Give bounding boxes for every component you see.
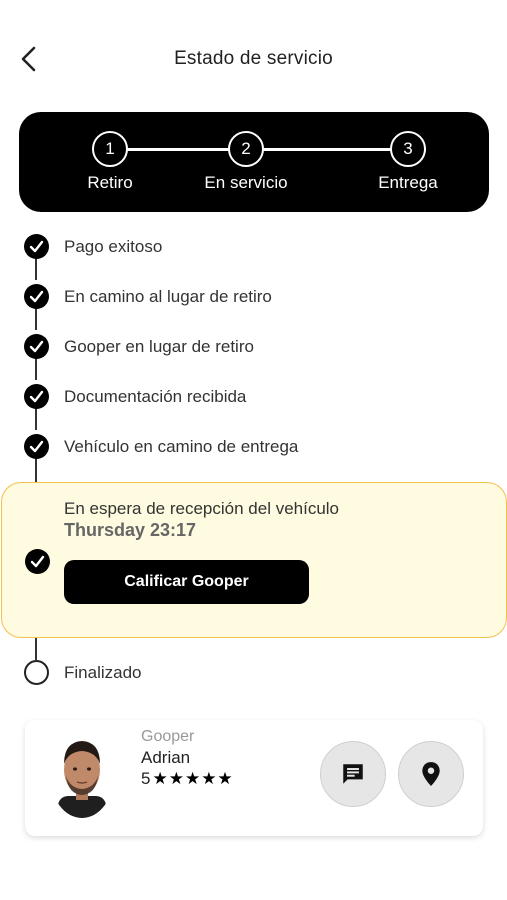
step-number: 1: [92, 131, 128, 167]
step-entrega: 3 Entrega: [348, 131, 468, 193]
check-icon: [24, 284, 49, 309]
location-button[interactable]: [398, 741, 464, 807]
timeline-final-label: Finalizado: [64, 663, 142, 682]
timeline-item: Gooper en lugar de retiro: [0, 333, 507, 373]
chat-icon: [343, 764, 363, 784]
current-status-title: En espera de recepción del vehículo: [64, 499, 340, 518]
timeline-item: Pago exitoso: [0, 233, 507, 273]
timeline-item: Documentación recibida: [0, 383, 507, 423]
timeline-item-label: Vehículo en camino de entrega: [64, 437, 299, 456]
step-en-servicio: 2 En servicio: [186, 131, 306, 193]
step-label: Retiro: [87, 173, 133, 192]
timeline-item: Vehículo en camino de entrega: [0, 433, 507, 473]
step-label: Entrega: [378, 173, 438, 192]
check-icon: [24, 234, 49, 259]
driver-card: Gooper Adrian 5 ★★★★★: [25, 720, 483, 836]
step-number: 3: [390, 131, 426, 167]
rating-value: 5: [141, 769, 151, 788]
driver-role: Gooper: [141, 728, 195, 745]
page-title: Estado de servicio: [174, 48, 333, 69]
driver-rating: 5 ★★★★★: [141, 769, 234, 789]
rate-gooper-button[interactable]: Calificar Gooper: [64, 560, 309, 604]
check-icon: [25, 549, 50, 574]
pending-circle-icon: [24, 660, 49, 685]
header: Estado de servicio: [0, 0, 507, 120]
location-pin-icon: [422, 762, 440, 786]
timeline-item-label: En camino al lugar de retiro: [64, 287, 272, 306]
timeline-item-label: Gooper en lugar de retiro: [64, 337, 254, 356]
current-status-time: Thursday 23:17: [64, 520, 197, 540]
step-number: 2: [228, 131, 264, 167]
check-icon: [24, 384, 49, 409]
timeline-item: En camino al lugar de retiro: [0, 283, 507, 323]
avatar: [50, 732, 114, 818]
timeline-item-label: Pago exitoso: [64, 237, 163, 256]
star-rating-icons: ★★★★★: [152, 769, 234, 788]
check-icon: [24, 334, 49, 359]
service-stepper: 1 Retiro 2 En servicio 3 Entrega: [19, 112, 489, 212]
current-status-card: En espera de recepción del vehículo Thur…: [1, 482, 507, 638]
timeline-connector: [35, 638, 37, 660]
check-icon: [24, 434, 49, 459]
timeline-item-label: Documentación recibida: [64, 387, 247, 406]
step-label: En servicio: [204, 173, 288, 192]
driver-name: Adrian: [141, 748, 191, 767]
step-retiro: 1 Retiro: [50, 131, 170, 193]
chat-button[interactable]: [320, 741, 386, 807]
